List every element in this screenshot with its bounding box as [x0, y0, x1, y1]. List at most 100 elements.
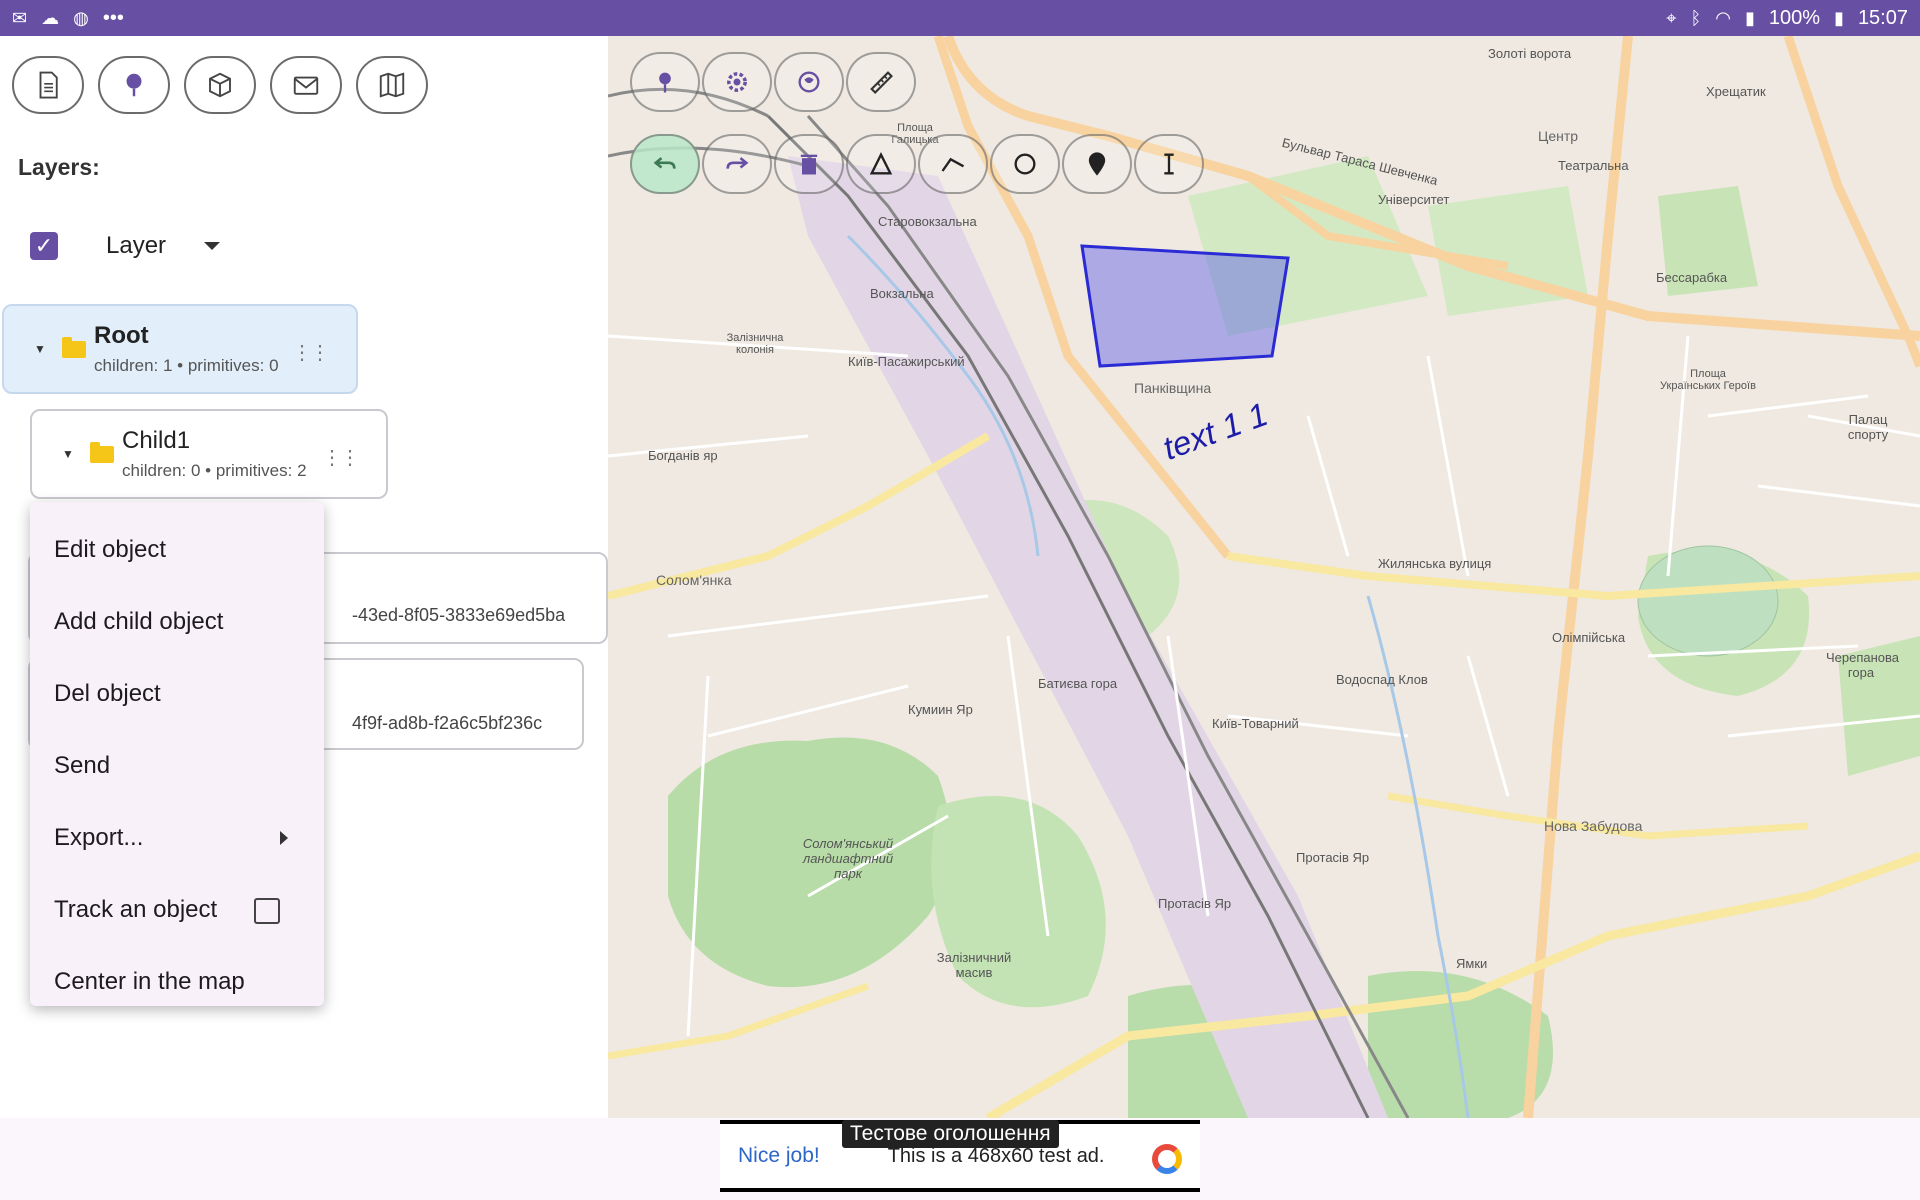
layers-tool-button[interactable] [774, 52, 844, 112]
submenu-arrow-icon [280, 831, 288, 845]
map-view[interactable]: Золоті ворота Центр Хрещатик Університет… [608, 36, 1920, 1118]
menu-item-label: Edit object [54, 536, 167, 563]
map-marker-icon [1088, 152, 1106, 176]
menu-item-send[interactable]: Send [30, 730, 324, 802]
ad-nice-text: Nice job! [738, 1144, 820, 1167]
map-label: Університет [1378, 192, 1450, 207]
delete-button[interactable] [774, 134, 844, 194]
menu-item-track-object[interactable]: Track an object [30, 874, 324, 946]
circle-icon [1014, 153, 1036, 175]
map-label: Черепанова гора [1826, 650, 1900, 680]
map-label: Нова Забудова [1544, 818, 1643, 834]
circle-tool-button[interactable] [990, 134, 1060, 194]
drag-handle-icon[interactable]: ⋮⋮ [292, 340, 330, 365]
map-label: Старовокзальна [878, 214, 977, 229]
menu-item-label: Export... [54, 824, 144, 851]
menu-item-label: Center in the map [54, 968, 245, 995]
map-label: Кумиин Яр [908, 702, 973, 717]
globe-notification-icon: ◍ [73, 8, 89, 28]
map-label: Бессарабка [1656, 270, 1728, 285]
map-label: Жилянська вулиця [1378, 556, 1492, 571]
map-icon [379, 72, 405, 98]
cloud-notification-icon: ☁ [41, 8, 60, 28]
polygon-tool-button[interactable] [846, 134, 916, 194]
layer-visibility-checkbox[interactable]: ✓ [30, 232, 58, 260]
map-label: Київ-Пасажирський [848, 354, 965, 369]
menu-item-label: Del object [54, 680, 161, 707]
menu-item-label: Send [54, 752, 111, 779]
map-label: Солом'янка [656, 572, 732, 588]
clock: 15:07 [1857, 6, 1908, 29]
settings-tool-button[interactable] [702, 52, 772, 112]
text-cursor-icon [1164, 153, 1174, 175]
ad-logo-icon [1152, 1144, 1182, 1174]
redo-button[interactable] [702, 134, 772, 194]
pin-tool-button[interactable] [630, 52, 700, 112]
menu-item-del-object[interactable]: Del object [30, 658, 324, 730]
collapse-icon[interactable]: ▼ [34, 342, 50, 356]
map-label: Водоспад Клов [1336, 672, 1428, 687]
map-label: Театральна [1558, 158, 1629, 173]
ruler-tool-button[interactable] [846, 52, 916, 112]
folder-icon [62, 336, 86, 358]
menu-item-edit-object[interactable]: Edit object [30, 514, 324, 586]
layers-heading: Layers: [18, 154, 100, 180]
menu-item-label: Track an object [54, 896, 218, 923]
polyline-tool-button[interactable] [918, 134, 988, 194]
document-icon [39, 71, 58, 99]
trash-icon [800, 154, 818, 175]
map-label: Панківщина [1134, 380, 1212, 396]
undo-button[interactable] [630, 134, 700, 194]
marker-icon [126, 73, 142, 97]
map-label: Хрещатик [1706, 84, 1766, 99]
cube-icon [209, 72, 231, 98]
menu-item-center-in-map[interactable]: Center in the map [30, 946, 324, 1018]
pin-icon [659, 72, 671, 93]
collapse-icon[interactable]: ▼ [62, 447, 78, 461]
cube-button[interactable] [184, 56, 256, 114]
node-subtitle: children: 1 • primitives: 0 [94, 356, 279, 375]
drag-handle-icon[interactable]: ⋮⋮ [322, 445, 360, 470]
map-label: Богданів яр [648, 448, 718, 463]
top-toolbar [12, 56, 428, 114]
node-subtitle: children: 0 • primitives: 2 [122, 461, 307, 480]
tree-node-root[interactable]: ▼ Root children: 1 • primitives: 0 ⋮⋮ [2, 304, 358, 394]
gear-icon [727, 72, 747, 92]
map-label: Центр [1538, 128, 1579, 144]
ad-title-badge: Тестове оголошення [842, 1120, 1059, 1148]
mail-icon [293, 76, 319, 95]
layer-name[interactable]: Layer [106, 232, 166, 260]
menu-item-label: Add child object [54, 608, 224, 635]
mail-button[interactable] [270, 56, 342, 114]
node-title: Root [94, 322, 149, 349]
primitive-uuid: -43ed-8f05-3833e69ed5ba [352, 605, 566, 625]
tree-node-child1[interactable]: ▼ Child1 children: 0 • primitives: 2 ⋮⋮ [30, 409, 388, 499]
map-button[interactable] [356, 56, 428, 114]
more-notifications-icon: ••• [102, 6, 124, 29]
map-label: Залізнична колонія [726, 332, 784, 356]
context-menu: Edit object Add child object Del object … [30, 502, 324, 1006]
layer-dropdown-icon[interactable] [204, 242, 221, 250]
node-title: Child1 [122, 427, 191, 454]
marker-button[interactable] [98, 56, 170, 114]
menu-item-export[interactable]: Export... [30, 802, 324, 874]
map-tiles [608, 36, 1920, 1118]
marker-tool-button[interactable] [1062, 134, 1132, 194]
map-label: Залізничний масив [936, 950, 1012, 980]
status-bar: ✉ ☁ ◍ ••• ⌖ ᛒ ◠ ▮ 100% ▮ 15:07 [0, 0, 1920, 36]
polygon-icon [869, 152, 893, 175]
map-label: Солом'янський ландшафтний парк [802, 836, 894, 881]
map-label: Ямки [1456, 956, 1488, 971]
map-label: Батиєва гора [1038, 676, 1118, 691]
globe-icon [798, 71, 820, 93]
wifi-icon: ◠ [1715, 8, 1731, 28]
polyline-icon [941, 157, 965, 172]
text-tool-button[interactable] [1134, 134, 1204, 194]
battery-icon: ▮ [1834, 8, 1844, 28]
undo-icon [653, 157, 676, 169]
track-object-checkbox[interactable] [254, 898, 280, 924]
document-button[interactable] [12, 56, 84, 114]
menu-item-add-child-object[interactable]: Add child object [30, 586, 324, 658]
check-icon: ✓ [34, 233, 54, 258]
primitive-uuid: 4f9f-ad8b-f2a6c5bf236c [352, 713, 543, 733]
